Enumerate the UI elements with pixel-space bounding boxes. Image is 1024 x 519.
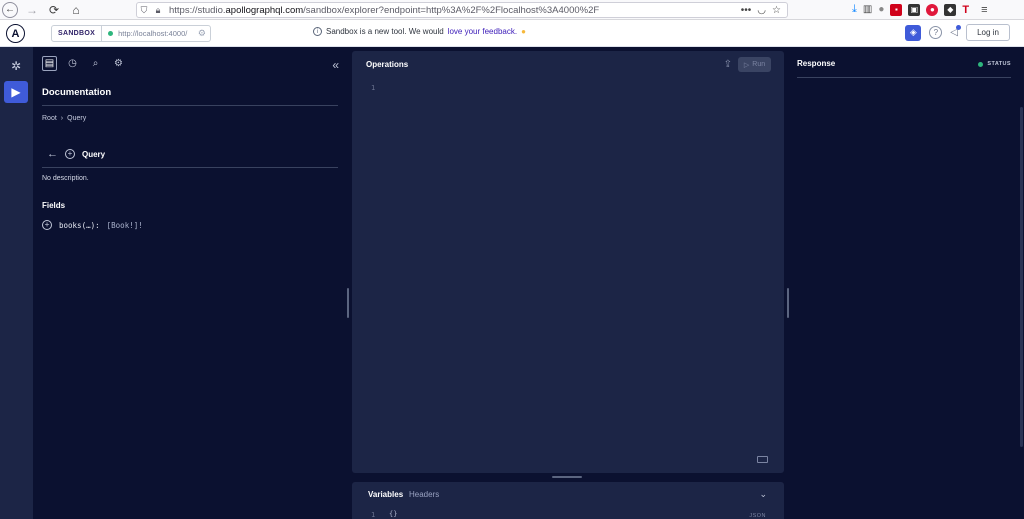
- fields-heading: Fields: [42, 201, 66, 210]
- megaphone-icon[interactable]: ◁: [950, 25, 961, 38]
- status-label: STATUS: [987, 61, 1011, 67]
- play-icon: ▷: [743, 61, 750, 69]
- field-name: books(…):: [59, 220, 100, 230]
- pocket-icon[interactable]: ◡: [757, 5, 766, 16]
- right-resize-handle[interactable]: [787, 288, 789, 318]
- back-arrow-icon[interactable]: ←: [47, 148, 58, 160]
- documentation-title: Documentation: [42, 87, 112, 98]
- login-button[interactable]: Log in: [966, 24, 1010, 41]
- scrollbar[interactable]: [1020, 47, 1024, 519]
- breadcrumb-root[interactable]: Root: [42, 115, 57, 122]
- line-number: 1: [371, 84, 376, 92]
- forward-icon[interactable]: →: [23, 1, 41, 19]
- url-text: https://studio.apollographql.com/sandbox…: [169, 4, 600, 16]
- history-icon[interactable]: ◷: [65, 56, 80, 71]
- chevron-double-down-icon[interactable]: ⌄: [759, 489, 767, 500]
- home-icon[interactable]: ⌂: [67, 1, 85, 19]
- json-label: JSON: [749, 513, 766, 519]
- extension-t-icon[interactable]: T: [962, 4, 969, 16]
- cube-icon[interactable]: ◈: [905, 24, 922, 41]
- breadcrumb-current: Query: [67, 115, 87, 122]
- explorer-icon[interactable]: ▶: [4, 81, 28, 103]
- browser-extensions: ⤓ ▥ ● ▪ ▣ ● ◆ T ≡: [852, 3, 988, 16]
- sync-icon[interactable]: ●: [878, 4, 884, 15]
- endpoint-selector[interactable]: SANDBOX http://localhost:4000/ ⚙: [51, 25, 211, 42]
- tab-variables[interactable]: Variables: [368, 490, 403, 499]
- info-icon: i: [313, 27, 322, 36]
- adblock-icon[interactable]: ●: [926, 3, 939, 16]
- schema-icon[interactable]: ✲: [4, 55, 28, 77]
- field-type[interactable]: [Book!]!: [107, 221, 143, 230]
- scrollbar-thumb[interactable]: [1020, 107, 1023, 447]
- divider: [42, 105, 338, 106]
- download-icon[interactable]: ⤓: [852, 3, 857, 16]
- address-bar[interactable]: ⛉ 🔒︎ https://studio.apollographql.com/sa…: [136, 2, 788, 18]
- extension-dark-icon[interactable]: ◆: [944, 3, 957, 16]
- collapse-panel-icon[interactable]: «: [332, 58, 339, 72]
- left-rail: ✲ ▶: [0, 47, 33, 519]
- docs-tab-icon[interactable]: ▤: [42, 56, 57, 71]
- apollo-logo[interactable]: A: [6, 24, 25, 43]
- variables-panel: Variables Headers ⌄ 1 {} JSON: [352, 482, 784, 519]
- divider: [42, 167, 338, 168]
- feedback-notice: i Sandbox is a new tool. We would love y…: [313, 27, 526, 36]
- variables-editor[interactable]: {}: [389, 510, 397, 518]
- tab-headers[interactable]: Headers: [409, 490, 439, 499]
- field-row[interactable]: + books(…): [Book!]!: [42, 220, 143, 230]
- line-number: 1: [371, 511, 376, 519]
- add-field-icon[interactable]: +: [42, 220, 52, 230]
- status-indicator: STATUS: [978, 61, 1011, 67]
- breadcrumb-separator: ›: [60, 115, 64, 122]
- help-icon[interactable]: ?: [929, 26, 943, 39]
- type-name: Query: [82, 149, 106, 159]
- documentation-panel: ▤ ◷ ⌕ ⚙ « Documentation Root › Query ← +…: [33, 47, 347, 519]
- run-label: Run: [752, 61, 766, 68]
- response-panel: Response STATUS: [790, 47, 1024, 519]
- operations-title: Operations: [366, 60, 409, 69]
- back-icon[interactable]: ←: [2, 1, 18, 18]
- status-dot: [978, 61, 984, 67]
- endpoint-status-dot: [108, 31, 114, 36]
- endpoint-input[interactable]: http://localhost:4000/: [118, 29, 187, 38]
- lightbulb-icon: ●: [521, 27, 526, 36]
- operations-panel: Operations ⇪ ▷ Run 1: [352, 51, 784, 473]
- feedback-link[interactable]: love your feedback.: [448, 27, 517, 36]
- vertical-resize-handle[interactable]: [552, 476, 582, 478]
- reload-icon[interactable]: ⟳: [45, 1, 63, 19]
- lock-icon[interactable]: 🔒︎: [151, 5, 165, 16]
- page-actions-icon[interactable]: •••: [741, 5, 752, 16]
- browser-toolbar: ← → ⟳ ⌂ ⛉ 🔒︎ https://studio.apollographq…: [0, 0, 1024, 20]
- bookmark-star-icon[interactable]: ☆: [772, 5, 781, 16]
- share-icon[interactable]: ⇪: [724, 59, 732, 70]
- sandbox-tag: SANDBOX: [52, 26, 103, 41]
- breadcrumb: Root › Query: [42, 115, 86, 122]
- app-header: A SANDBOX http://localhost:4000/ ⚙ i San…: [0, 20, 1024, 47]
- divider: [797, 77, 1011, 78]
- gear-icon[interactable]: ⚙: [198, 28, 206, 39]
- keyboard-icon[interactable]: [757, 456, 768, 463]
- notice-text: Sandbox is a new tool. We would: [326, 27, 444, 36]
- add-circle-icon[interactable]: +: [65, 149, 75, 159]
- left-resize-handle[interactable]: [347, 288, 349, 318]
- shield-icon[interactable]: ⛉: [137, 5, 151, 16]
- extension-red-icon[interactable]: ▪: [890, 3, 903, 16]
- extension-camera-icon[interactable]: ▣: [908, 3, 921, 16]
- settings-icon[interactable]: ⚙: [111, 56, 126, 71]
- library-icon[interactable]: ▥: [863, 4, 872, 15]
- type-description: No description.: [42, 175, 89, 182]
- run-button[interactable]: ▷ Run: [738, 57, 771, 72]
- search-icon[interactable]: ⌕: [88, 56, 103, 71]
- menu-icon[interactable]: ≡: [981, 4, 987, 16]
- response-title: Response: [797, 59, 836, 68]
